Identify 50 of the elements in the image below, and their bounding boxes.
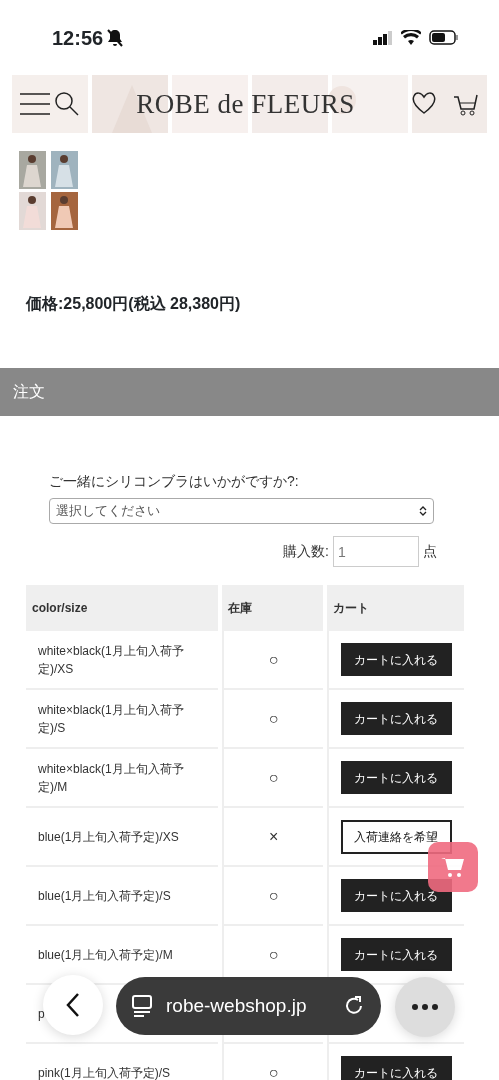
column-header: 在庫 xyxy=(222,585,323,631)
url-text: robe-webshop.jp xyxy=(166,993,308,1018)
variant-text: white×black(1月上旬入荷予定)/XS xyxy=(38,643,184,676)
add-to-cart-button[interactable]: カートに入れる xyxy=(341,702,452,735)
column-header: color/size xyxy=(26,585,219,631)
stock-mark: ○ xyxy=(268,886,279,904)
menu-icon[interactable] xyxy=(20,92,50,116)
variant-text: white×black(1月上旬入荷予定)/S xyxy=(38,702,184,735)
stock-mark: ○ xyxy=(268,945,279,963)
quantity-field[interactable]: 1 xyxy=(333,536,419,567)
column-header: カート xyxy=(327,585,464,631)
search-icon[interactable] xyxy=(54,91,80,117)
stock-mark: ○ xyxy=(268,650,279,668)
notify-button[interactable]: 入荷連絡を希望 xyxy=(341,819,452,854)
add-to-cart-button[interactable]: カートに入れる xyxy=(341,879,452,912)
option-select[interactable]: 選択してください xyxy=(49,498,434,524)
add-to-cart-button[interactable]: カートに入れる xyxy=(341,938,452,971)
back-icon xyxy=(66,992,80,1018)
stock-mark: ○ xyxy=(268,1063,279,1080)
heart-icon[interactable] xyxy=(411,91,437,115)
stock-mark: ○ xyxy=(268,709,279,727)
stock-mark: ○ xyxy=(268,768,279,786)
reload-icon[interactable] xyxy=(343,995,365,1017)
floating-cart-button[interactable] xyxy=(428,842,478,892)
address-bar[interactable]: robe-webshop.jp xyxy=(116,977,381,1035)
variant-text: white×black(1月上旬入荷予定)/M xyxy=(38,761,184,794)
unit-label: 点 xyxy=(423,542,437,561)
logo[interactable]: ROBE de FLEURS xyxy=(80,83,411,125)
option-label: ご一緒にシリコンブラはいかがですか?: xyxy=(49,472,300,491)
price-text: 価格:25,800円(税込 28,380円) xyxy=(26,294,242,314)
wifi-icon xyxy=(401,30,421,45)
back-button[interactable] xyxy=(43,975,103,1035)
chevron-icon xyxy=(419,505,427,517)
quantity-label: 購入数: xyxy=(283,542,329,561)
battery-icon xyxy=(429,30,459,45)
signal-icon xyxy=(373,30,393,45)
status-time: 12:56 xyxy=(52,25,104,51)
page-icon xyxy=(132,995,152,1017)
variant-text: blue(1月上旬入荷予定)/XS xyxy=(38,829,179,844)
variant-text: p xyxy=(38,1006,45,1021)
variant-text: blue(1月上旬入荷予定)/M xyxy=(38,947,173,962)
more-button[interactable] xyxy=(395,977,455,1037)
more-icon xyxy=(412,1004,438,1010)
add-to-cart-button[interactable]: カートに入れる xyxy=(341,761,452,794)
variant-text: blue(1月上旬入荷予定)/S xyxy=(38,888,171,903)
stock-mark: × xyxy=(268,827,279,845)
variant-text: pink(1月上旬入荷予定)/S xyxy=(38,1065,171,1080)
add-to-cart-button[interactable]: カートに入れる xyxy=(341,643,452,676)
add-to-cart-button[interactable]: カートに入れる xyxy=(341,1056,452,1080)
section-title: 注文 xyxy=(0,368,499,416)
